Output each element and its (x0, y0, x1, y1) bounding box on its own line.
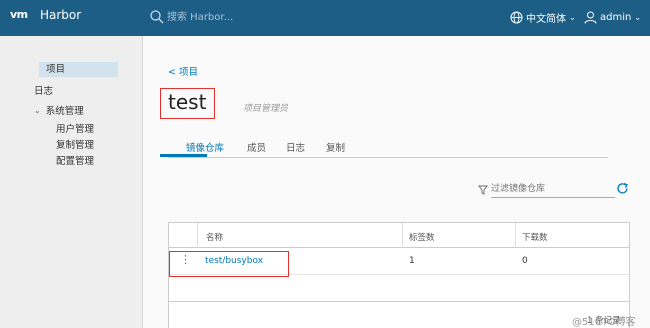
column-divider (197, 223, 198, 248)
column-divider (515, 223, 516, 248)
user-icon (584, 11, 597, 24)
username-label: admin (600, 11, 632, 23)
tab-repositories[interactable]: 镜像仓库 (186, 140, 224, 154)
filter-repositories-input[interactable] (491, 181, 615, 198)
table-footer: 1 条记录 (169, 301, 629, 328)
language-selector[interactable]: 中文简体 ⌄ (510, 9, 576, 25)
tab-replication[interactable]: 复制 (326, 140, 345, 154)
project-role: 项目管理员 (243, 104, 289, 114)
sidebar-item-configuration[interactable]: 配置管理 (56, 153, 94, 167)
search-input[interactable] (167, 9, 287, 25)
sidebar-item-system-admin[interactable]: ⌄ 系统管理 (34, 103, 84, 118)
sidebar-item-logs[interactable]: 日志 (34, 83, 53, 97)
chevron-down-icon: ⌄ (569, 12, 576, 22)
chevron-down-icon: ⌄ (634, 12, 642, 22)
language-label: 中文简体 (526, 13, 566, 25)
main-content: < 项目 test 项目管理员 镜像仓库 成员 日志 复制 名称 标签数 下载数… (144, 36, 650, 328)
highlight-box (169, 251, 289, 277)
column-header-tags[interactable]: 标签数 (409, 231, 435, 243)
watermark: @51CTO博客 (572, 317, 636, 328)
sidebar-item-label: 系统管理 (45, 106, 84, 117)
tag-count: 1 (409, 256, 415, 266)
filter-icon (478, 185, 488, 195)
refresh-icon[interactable] (616, 182, 629, 195)
sidebar-item-projects[interactable]: 项目 (39, 62, 118, 77)
globe-icon (510, 11, 523, 23)
sidebar-item-user-management[interactable]: 用户管理 (56, 121, 94, 135)
column-divider (402, 223, 403, 248)
active-tab-indicator (160, 154, 207, 157)
sidebar: 项目 日志 ⌄ 系统管理 用户管理 复制管理 配置管理 (0, 36, 143, 328)
tab-bar: 镜像仓库 成员 日志 复制 (168, 136, 608, 158)
tab-members[interactable]: 成员 (247, 140, 266, 154)
pull-count: 0 (522, 256, 528, 266)
app-header: vm Harbor 中文简体 ⌄ admin ⌄ (0, 0, 650, 36)
search-icon (150, 10, 164, 24)
back-to-projects-link[interactable]: < 项目 (168, 64, 198, 78)
column-header-pulls[interactable]: 下载数 (522, 231, 548, 243)
tab-logs[interactable]: 日志 (286, 140, 305, 154)
user-menu[interactable]: admin ⌄ (584, 9, 641, 25)
chevron-down-icon: ⌄ (34, 105, 41, 115)
table-header: 名称 标签数 下载数 (169, 223, 629, 248)
sidebar-item-replication-management[interactable]: 复制管理 (56, 137, 94, 151)
page-title: test (168, 90, 207, 114)
column-header-name[interactable]: 名称 (206, 231, 223, 243)
app-title[interactable]: Harbor (40, 8, 81, 22)
vmware-logo[interactable]: vm (10, 8, 34, 24)
